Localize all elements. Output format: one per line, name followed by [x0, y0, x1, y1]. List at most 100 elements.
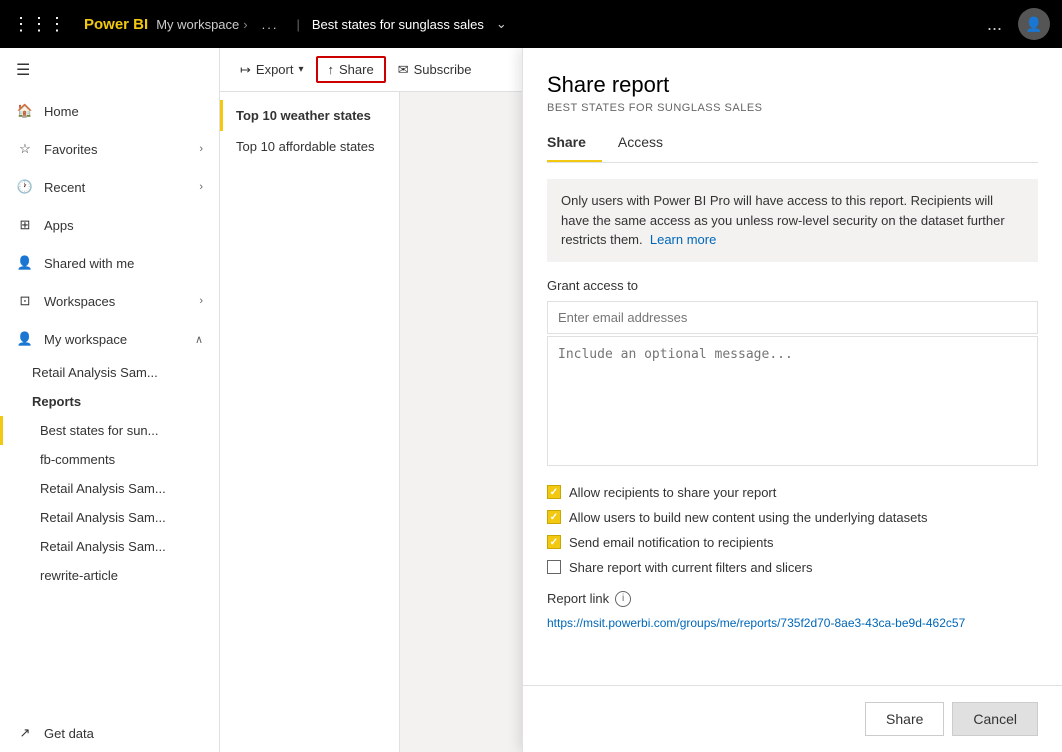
email-input[interactable] [547, 301, 1038, 334]
sidebar-label-favorites: Favorites [44, 142, 97, 157]
myworkspace-chevron: ∧ [195, 333, 203, 346]
message-textarea[interactable] [547, 336, 1038, 466]
share-body: Only users with Power BI Pro will have a… [523, 163, 1062, 685]
sidebar-label-home: Home [44, 104, 79, 119]
recent-chevron: › [199, 181, 203, 193]
grid-icon[interactable]: ⋮⋮⋮ [12, 14, 66, 35]
recent-icon: 🕐 [16, 178, 34, 196]
workspaces-chevron: › [199, 295, 203, 307]
sidebar-best-states[interactable]: Best states for sun... [0, 416, 219, 445]
home-icon: 🏠 [16, 102, 34, 120]
sidebar-reports[interactable]: Reports [0, 387, 219, 416]
sidebar-label-myworkspace: My workspace [44, 332, 127, 347]
export-chevron: ▾ [298, 64, 303, 75]
report-title: Best states for sunglass sales [312, 17, 484, 32]
sidebar-retail-sam[interactable]: Retail Analysis Sam... [0, 358, 219, 387]
report-link-label: Report link i [547, 591, 1038, 607]
sidebar-item-favorites[interactable]: ☆ Favorites › [0, 130, 219, 168]
getdata-icon: ↗ [16, 724, 34, 742]
share-info-text: Only users with Power BI Pro will have a… [561, 193, 1005, 247]
sidebar-item-home[interactable]: 🏠 Home [0, 92, 219, 130]
sidebar-rewrite[interactable]: rewrite-article [0, 561, 219, 590]
checkbox-filters-label: Share report with current filters and sl… [569, 560, 812, 575]
checkbox-allow-build-box[interactable]: ✓ [547, 510, 561, 524]
checkmark-icon: ✓ [550, 487, 558, 498]
myworkspace-icon: 👤 [16, 330, 34, 348]
sidebar-label-recent: Recent [44, 180, 85, 195]
checkbox-allow-share[interactable]: ✓ Allow recipients to share your report [547, 485, 1038, 500]
subscribe-icon: ✉ [398, 62, 409, 78]
checkbox-allow-share-label: Allow recipients to share your report [569, 485, 776, 500]
favorites-icon: ☆ [16, 140, 34, 158]
dropdown-icon[interactable]: ⌄ [496, 16, 507, 32]
subscribe-button[interactable]: ✉ Subscribe [386, 56, 484, 84]
export-button[interactable]: ↦ Export ▾ [228, 56, 316, 84]
sidebar-label-workspaces: Workspaces [44, 294, 115, 309]
share-footer: Share Cancel [523, 685, 1062, 752]
checkbox-filters-box[interactable] [547, 560, 561, 574]
main-layout: ☰ 🏠 Home ☆ Favorites › 🕐 Recent › ⊞ Apps… [0, 48, 1062, 752]
workspace-nav[interactable]: My workspace › [156, 17, 247, 32]
workspace-chevron: › [243, 17, 247, 32]
share-tabs: Share Access [547, 126, 1038, 163]
pages-panel: Top 10 weather states Top 10 affordable … [220, 92, 400, 752]
subscribe-label: Subscribe [414, 62, 472, 77]
tab-access[interactable]: Access [618, 126, 679, 162]
share-header: Share report BEST STATES FOR SUNGLASS SA… [523, 48, 1062, 163]
report-link-url: https://msit.powerbi.com/groups/me/repor… [547, 615, 1038, 632]
info-icon[interactable]: i [615, 591, 631, 607]
page-item-weather[interactable]: Top 10 weather states [220, 100, 399, 131]
share-button[interactable]: ↑ Share [316, 56, 386, 83]
export-label: Export [256, 62, 294, 77]
apps-icon: ⊞ [16, 216, 34, 234]
sidebar-label-shared: Shared with me [44, 256, 134, 271]
checkbox-send-email-label: Send email notification to recipients [569, 535, 774, 550]
sidebar-item-apps[interactable]: ⊞ Apps [0, 206, 219, 244]
share-info-box: Only users with Power BI Pro will have a… [547, 179, 1038, 262]
topbar-dots[interactable]: ... [256, 17, 285, 32]
grant-access-label: Grant access to [547, 278, 1038, 293]
content-area: ↦ Export ▾ ↑ Share ✉ Subscribe Top 10 we… [220, 48, 1062, 752]
sidebar-toggle[interactable]: ☰ [0, 48, 219, 92]
page-item-affordable[interactable]: Top 10 affordable states [220, 131, 399, 162]
cancel-button[interactable]: Cancel [952, 702, 1038, 736]
export-icon: ↦ [240, 62, 251, 78]
sidebar-retail-sam-3[interactable]: Retail Analysis Sam... [0, 503, 219, 532]
topbar-separator: | [296, 17, 299, 32]
sidebar-item-getdata[interactable]: ↗ Get data [0, 714, 219, 752]
report-link-section: Report link i https://msit.powerbi.com/g… [547, 591, 1038, 632]
sidebar-item-workspaces[interactable]: ⊡ Workspaces › [0, 282, 219, 320]
checkbox-allow-build-label: Allow users to build new content using t… [569, 510, 927, 525]
sidebar-label-getdata: Get data [44, 726, 94, 741]
workspaces-icon: ⊡ [16, 292, 34, 310]
sidebar-item-shared[interactable]: 👤 Shared with me [0, 244, 219, 282]
sidebar-fb-comments[interactable]: fb-comments [0, 445, 219, 474]
sidebar: ☰ 🏠 Home ☆ Favorites › 🕐 Recent › ⊞ Apps… [0, 48, 220, 752]
workspace-label: My workspace [156, 17, 239, 32]
share-icon: ↑ [328, 62, 335, 77]
sidebar-retail-sam-2[interactable]: Retail Analysis Sam... [0, 474, 219, 503]
checkbox-allow-build[interactable]: ✓ Allow users to build new content using… [547, 510, 1038, 525]
learn-more-link[interactable]: Learn more [650, 232, 716, 247]
share-panel: Share report BEST STATES FOR SUNGLASS SA… [522, 48, 1062, 752]
share-label: Share [339, 62, 374, 77]
tab-share[interactable]: Share [547, 126, 602, 162]
sidebar-item-myworkspace[interactable]: 👤 My workspace ∧ [0, 320, 219, 358]
shared-icon: 👤 [16, 254, 34, 272]
checkbox-allow-share-box[interactable]: ✓ [547, 485, 561, 499]
share-submit-button[interactable]: Share [865, 702, 944, 736]
topbar: ⋮⋮⋮ Power BI My workspace › ... | Best s… [0, 0, 1062, 48]
report-link-text: Report link [547, 591, 609, 606]
topbar-more[interactable]: ... [987, 14, 1002, 35]
sidebar-retail-sam-4[interactable]: Retail Analysis Sam... [0, 532, 219, 561]
checkbox-filters[interactable]: Share report with current filters and sl… [547, 560, 1038, 575]
sidebar-label-apps: Apps [44, 218, 74, 233]
share-subtitle: BEST STATES FOR SUNGLASS SALES [547, 102, 1038, 114]
checkbox-send-email-box[interactable]: ✓ [547, 535, 561, 549]
app-logo: Power BI [84, 16, 148, 33]
checkbox-send-email[interactable]: ✓ Send email notification to recipients [547, 535, 1038, 550]
checkmark-build-icon: ✓ [550, 512, 558, 523]
user-avatar[interactable]: 👤 [1018, 8, 1050, 40]
checkmark-email-icon: ✓ [550, 537, 558, 548]
sidebar-item-recent[interactable]: 🕐 Recent › [0, 168, 219, 206]
